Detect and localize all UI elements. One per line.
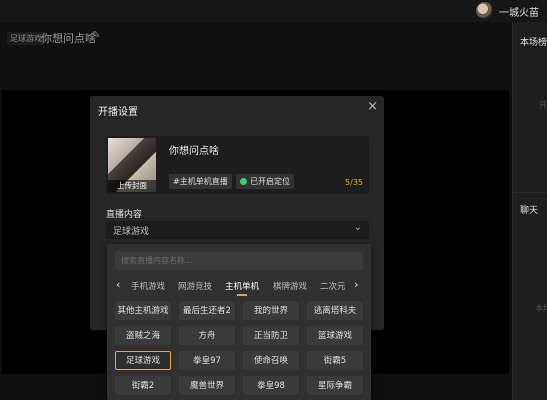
category-search-input[interactable] — [115, 251, 363, 270]
username[interactable]: 一城火苗 — [499, 4, 539, 19]
game-option[interactable]: 盗贼之海 — [115, 326, 171, 345]
title-counter: 5/35 — [345, 178, 363, 187]
tab-anime[interactable]: 二次元 — [320, 280, 346, 292]
upload-cover-button[interactable]: 上传封面 — [108, 180, 156, 192]
room-title[interactable]: 你想问点啥 — [169, 142, 219, 157]
chevron-left-icon[interactable]: ‹ — [116, 278, 120, 291]
content-label: 直播内容 — [106, 210, 143, 220]
tab-mobile-games[interactable]: 手机游戏 — [131, 280, 165, 292]
stream-info-card: 上传封面 你想问点啥 #主机单机直播 已开启定位 5/35 — [106, 136, 369, 194]
chat-tab[interactable]: 聊天 — [520, 203, 538, 216]
game-option[interactable]: 篮球游戏 — [307, 326, 363, 345]
game-option[interactable]: 正当防卫 — [243, 326, 299, 345]
category-dropdown: ‹ 手机游戏 网游竞技 主机单机 棋牌游戏 二次元 › 其他主机游戏 最后生还者… — [107, 244, 371, 400]
tab-console-games-label: 主机单机 — [225, 282, 260, 292]
right-panel: 本场榜 开 聊天 本场 — [512, 22, 547, 400]
game-option[interactable]: 拳皇97 — [179, 351, 235, 370]
ranking-placeholder: 开 — [539, 101, 547, 110]
tab-online-games[interactable]: 网游竞技 — [178, 280, 212, 292]
chevron-right-icon[interactable]: › — [354, 278, 358, 291]
tab-console-games[interactable]: 主机单机 — [225, 280, 260, 296]
tab-board-games[interactable]: 棋牌游戏 — [273, 280, 307, 292]
game-option[interactable]: 街霸2 — [115, 376, 171, 395]
game-option[interactable]: 最后生还者2 — [179, 301, 235, 320]
game-option[interactable]: 魔兽世界 — [179, 376, 235, 395]
avatar[interactable] — [476, 2, 493, 19]
game-option-selected[interactable]: 足球游戏 — [115, 351, 171, 370]
game-option[interactable]: 我的世界 — [243, 301, 299, 320]
location-dot-icon — [240, 178, 247, 185]
top-bar: 一城火苗 — [0, 0, 547, 23]
select-value: 足球游戏 — [113, 227, 150, 237]
cover-image[interactable]: 上传封面 — [108, 138, 156, 192]
game-option[interactable]: 方舟 — [179, 326, 235, 345]
game-option[interactable]: 使命召唤 — [243, 351, 299, 370]
content-select[interactable]: 足球游戏 ⌄ — [106, 221, 369, 239]
chat-placeholder: 本场 — [535, 304, 547, 313]
ranking-tab[interactable]: 本场榜 — [520, 35, 547, 48]
game-option[interactable]: 星际争霸 — [307, 376, 363, 395]
tag-chip[interactable]: #主机单机直播 — [169, 174, 232, 189]
location-chip[interactable]: 已开启定位 — [236, 174, 294, 189]
chevron-down-icon[interactable]: ⌄ — [354, 222, 362, 233]
dialog-title: 开播设置 — [98, 107, 138, 118]
active-tab-indicator — [237, 294, 248, 296]
location-label: 已开启定位 — [250, 177, 290, 186]
divider — [513, 192, 547, 193]
game-option[interactable]: 其他主机游戏 — [115, 301, 171, 320]
game-option[interactable]: 逃离塔科夫 — [307, 301, 363, 320]
close-icon[interactable]: × — [367, 99, 378, 114]
game-option[interactable]: 街霸5 — [307, 351, 363, 370]
category-tabs: ‹ 手机游戏 网游竞技 主机单机 棋牌游戏 二次元 › — [107, 277, 371, 296]
game-option[interactable]: 拳皇98 — [243, 376, 299, 395]
